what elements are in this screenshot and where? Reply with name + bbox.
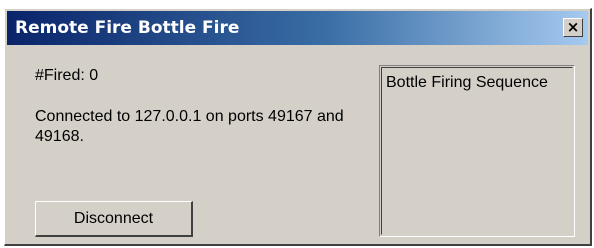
fired-count-label: #Fired: 0 — [35, 67, 99, 84]
disconnect-button-label: Disconnect — [73, 209, 154, 227]
close-button[interactable]: × — [563, 18, 583, 37]
list-item[interactable]: Bottle Firing Sequence — [386, 74, 548, 92]
title-bar[interactable]: Remote Fire Bottle Fire × — [7, 11, 588, 45]
disconnect-button[interactable]: Disconnect — [35, 201, 193, 237]
connection-status-text: Connected to 127.0.0.1 on ports 49167 an… — [35, 108, 344, 145]
close-icon: × — [566, 18, 580, 36]
list-box-inner: Bottle Firing Sequence — [381, 67, 573, 235]
window-title: Remote Fire Bottle Fire — [15, 18, 240, 38]
firing-sequence-list[interactable]: Bottle Firing Sequence — [379, 65, 575, 237]
dialog-window: Remote Fire Bottle Fire × #Fired: 0 Conn… — [4, 8, 592, 246]
